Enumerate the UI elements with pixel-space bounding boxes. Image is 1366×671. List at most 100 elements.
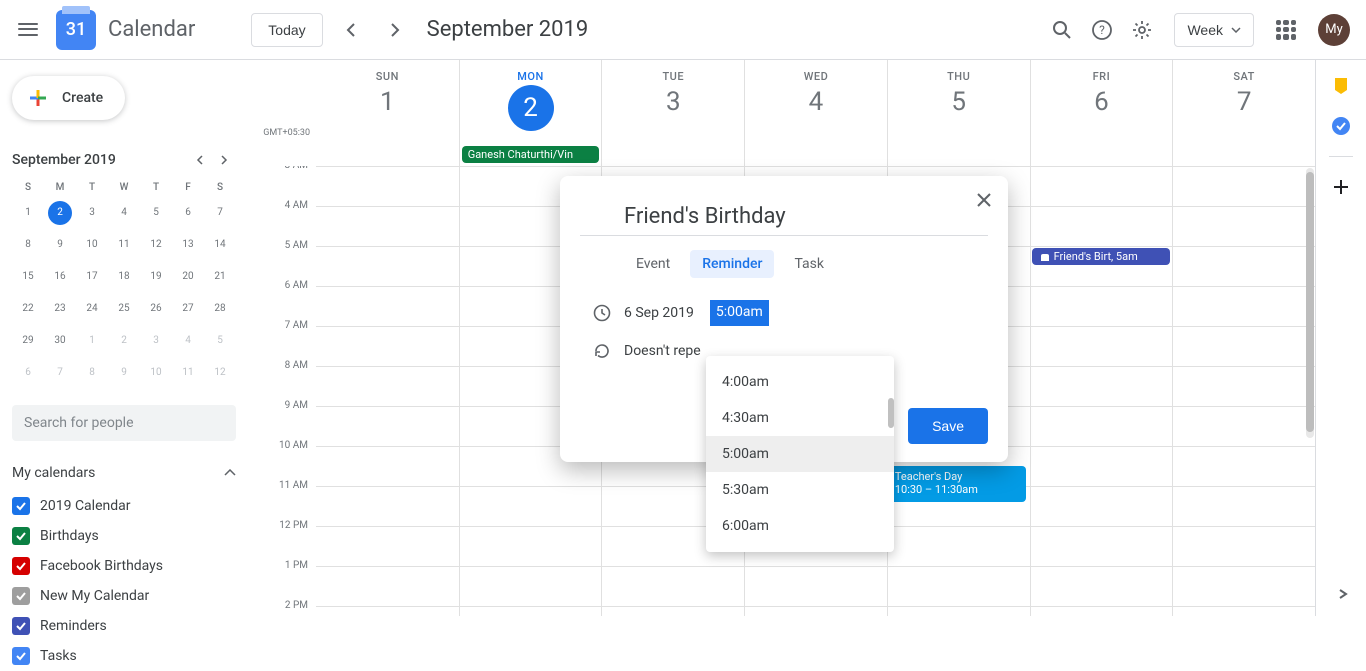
mini-day[interactable]: 30 <box>48 329 72 353</box>
mini-day[interactable]: 23 <box>48 297 72 321</box>
mini-day[interactable]: 10 <box>144 361 168 385</box>
day-header[interactable]: SAT 7 <box>1172 60 1315 146</box>
popup-repeat[interactable]: Doesn't repe <box>624 343 701 359</box>
mini-day[interactable]: 8 <box>16 233 40 257</box>
mini-day[interactable]: 14 <box>208 233 232 257</box>
mini-day[interactable]: 4 <box>112 201 136 225</box>
day-header[interactable]: MON 2 <box>459 60 602 146</box>
mini-day[interactable]: 24 <box>80 297 104 321</box>
grid-scrollbar[interactable] <box>1306 168 1314 438</box>
popup-title[interactable]: Friend's Birthday <box>580 196 988 236</box>
popup-date[interactable]: 6 Sep 2019 <box>624 305 694 321</box>
mini-day[interactable]: 29 <box>16 329 40 353</box>
settings-icon[interactable] <box>1122 10 1162 50</box>
mini-day[interactable]: 10 <box>80 233 104 257</box>
mini-day[interactable]: 1 <box>16 201 40 225</box>
dropdown-item[interactable]: 5:30am <box>706 472 894 508</box>
mini-prev[interactable] <box>188 148 212 172</box>
day-header[interactable]: TUE 3 <box>601 60 744 146</box>
mini-day[interactable]: 2 <box>48 201 72 225</box>
calendar-checkbox[interactable] <box>12 647 30 665</box>
dropdown-item[interactable]: 4:00am <box>706 364 894 400</box>
add-addon-icon[interactable] <box>1331 177 1351 197</box>
close-icon[interactable] <box>972 188 996 212</box>
calendar-item[interactable]: New My Calendar <box>12 581 236 611</box>
dropdown-item[interactable]: 5:00am <box>706 436 894 472</box>
mini-day[interactable]: 18 <box>112 265 136 289</box>
mini-day[interactable]: 5 <box>208 329 232 353</box>
calendar-item[interactable]: Facebook Birthdays <box>12 551 236 581</box>
mini-day[interactable]: 13 <box>176 233 200 257</box>
keep-icon[interactable] <box>1331 76 1351 96</box>
day-header[interactable]: THU 5 <box>887 60 1030 146</box>
dropdown-item[interactable]: 6:00am <box>706 508 894 544</box>
avatar[interactable]: My <box>1318 14 1350 46</box>
create-button[interactable]: Create <box>12 76 125 120</box>
mini-day[interactable]: 6 <box>16 361 40 385</box>
save-button[interactable]: Save <box>908 408 988 444</box>
event-block[interactable]: Teacher's Day 10:30 – 11:30am <box>889 466 1026 502</box>
reminder-chip[interactable]: Friend's Birt, 5am <box>1032 248 1171 265</box>
mini-day[interactable]: 27 <box>176 297 200 321</box>
mini-day[interactable]: 15 <box>16 265 40 289</box>
mini-day[interactable]: 5 <box>144 201 168 225</box>
mini-day[interactable]: 11 <box>176 361 200 385</box>
mini-day[interactable]: 19 <box>144 265 168 289</box>
mini-day[interactable]: 12 <box>144 233 168 257</box>
tasks-icon[interactable] <box>1331 116 1351 136</box>
show-side-panel[interactable] <box>1338 588 1350 604</box>
day-header[interactable]: FRI 6 <box>1030 60 1173 146</box>
mini-day[interactable]: 25 <box>112 297 136 321</box>
mini-day[interactable]: 2 <box>112 329 136 353</box>
mini-day[interactable]: 3 <box>80 201 104 225</box>
calendar-checkbox[interactable] <box>12 587 30 605</box>
mini-day[interactable]: 3 <box>144 329 168 353</box>
apps-icon[interactable] <box>1266 10 1306 50</box>
hour-row[interactable] <box>316 566 1315 606</box>
prev-arrow[interactable] <box>335 14 367 46</box>
calendar-item[interactable]: Tasks <box>12 641 236 671</box>
calendar-checkbox[interactable] <box>12 527 30 545</box>
mycals-heading[interactable]: My calendars <box>12 465 236 481</box>
today-button[interactable]: Today <box>251 13 322 47</box>
mini-day[interactable]: 28 <box>208 297 232 321</box>
search-people-input[interactable]: Search for people <box>12 405 236 441</box>
day-header[interactable]: WED 4 <box>744 60 887 146</box>
tab-task[interactable]: Task <box>782 250 836 278</box>
mini-day[interactable]: 1 <box>80 329 104 353</box>
next-arrow[interactable] <box>379 14 411 46</box>
calendar-item[interactable]: 2019 Calendar <box>12 491 236 521</box>
mini-day[interactable]: 8 <box>80 361 104 385</box>
tab-event[interactable]: Event <box>624 250 682 278</box>
search-icon[interactable] <box>1042 10 1082 50</box>
mini-day[interactable]: 22 <box>16 297 40 321</box>
hour-row[interactable] <box>316 606 1315 616</box>
mini-day[interactable]: 16 <box>48 265 72 289</box>
mini-day[interactable]: 4 <box>176 329 200 353</box>
dropdown-scrollbar[interactable] <box>888 398 894 428</box>
dropdown-item[interactable]: 4:30am <box>706 400 894 436</box>
calendar-checkbox[interactable] <box>12 497 30 515</box>
mini-day[interactable]: 20 <box>176 265 200 289</box>
mini-next[interactable] <box>212 148 236 172</box>
mini-day[interactable]: 6 <box>176 201 200 225</box>
calendar-item[interactable]: Birthdays <box>12 521 236 551</box>
mini-day[interactable]: 26 <box>144 297 168 321</box>
allday-event[interactable]: Ganesh Chaturthi/Vin <box>462 146 600 163</box>
menu-icon[interactable] <box>16 18 40 42</box>
mini-day[interactable]: 7 <box>208 201 232 225</box>
day-header[interactable]: SUN 1 <box>316 60 459 146</box>
calendar-checkbox[interactable] <box>12 557 30 575</box>
mini-day[interactable]: 11 <box>112 233 136 257</box>
popup-time-input[interactable]: 5:00am <box>710 300 769 326</box>
mini-day[interactable]: 12 <box>208 361 232 385</box>
tab-reminder[interactable]: Reminder <box>690 250 774 278</box>
mini-day[interactable]: 9 <box>48 233 72 257</box>
mini-day[interactable]: 17 <box>80 265 104 289</box>
mini-day[interactable]: 9 <box>112 361 136 385</box>
mini-day[interactable]: 21 <box>208 265 232 289</box>
help-icon[interactable]: ? <box>1082 10 1122 50</box>
mini-day[interactable]: 7 <box>48 361 72 385</box>
view-button[interactable]: Week <box>1174 13 1254 47</box>
calendar-checkbox[interactable] <box>12 617 30 635</box>
